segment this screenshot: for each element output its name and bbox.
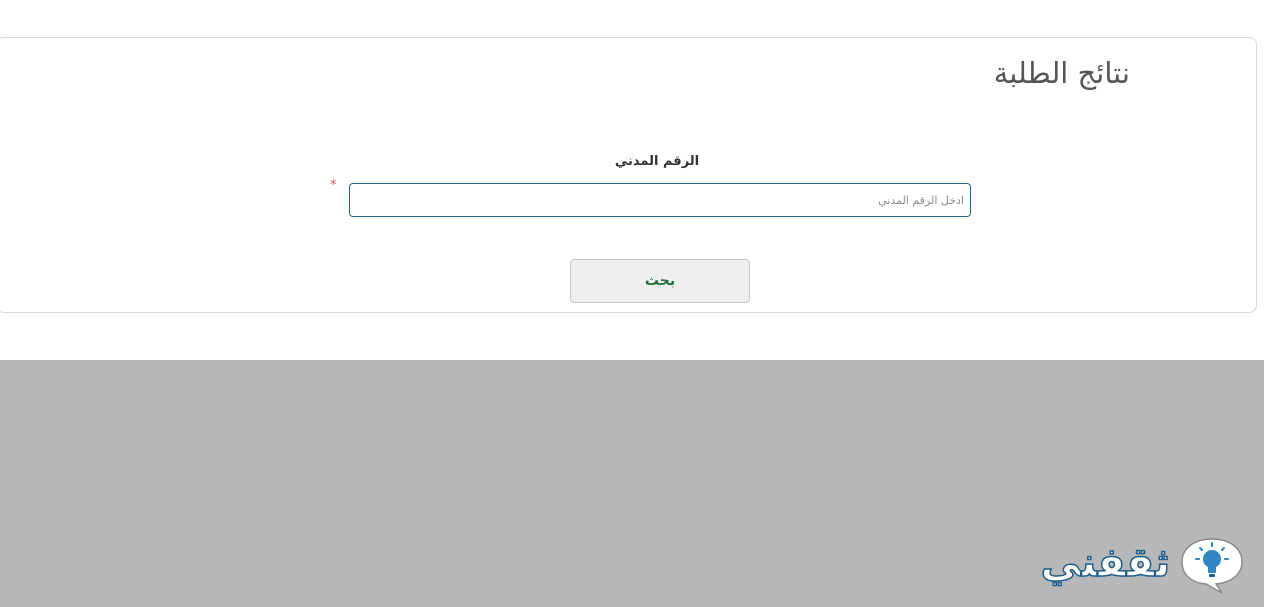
search-button[interactable]: بحث: [570, 259, 750, 303]
brand-logo: ثقفني: [1018, 533, 1248, 595]
brand-name: ثقفني: [1040, 539, 1171, 587]
results-form-card: نتائج الطلبة الرقم المدني * بحث: [0, 37, 1257, 313]
footer: ثقفني: [0, 360, 1264, 607]
page-title: نتائج الطلبة: [993, 56, 1130, 90]
civil-id-input[interactable]: [349, 183, 971, 217]
civil-id-label: الرقم المدني: [614, 154, 700, 169]
required-marker: *: [330, 178, 337, 193]
lightbulb-speech-bubble-icon: [1181, 538, 1243, 594]
page: نتائج الطلبة الرقم المدني * بحث ثقفني: [0, 0, 1264, 607]
